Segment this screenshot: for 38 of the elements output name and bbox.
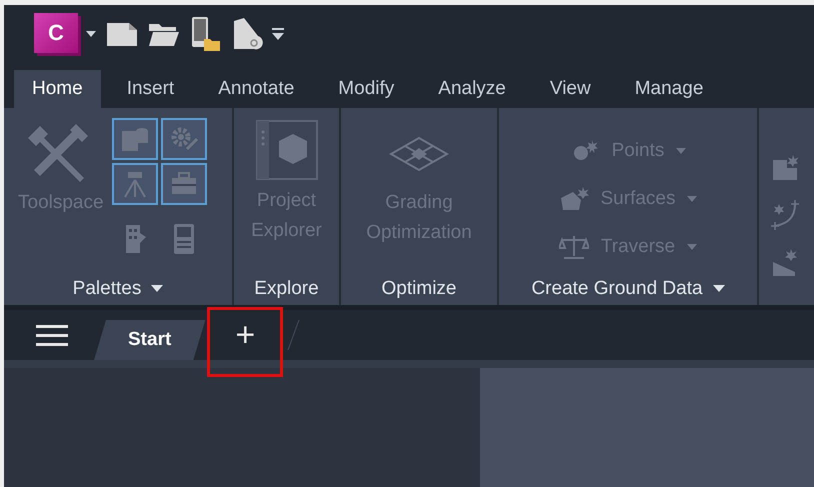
database-icon — [120, 125, 150, 153]
document-tab[interactable]: Start — [94, 320, 206, 360]
map-star-icon[interactable] — [771, 154, 799, 182]
ribbon-tab[interactable]: Modify — [320, 70, 412, 108]
menu-icon[interactable] — [36, 324, 68, 346]
panel-title[interactable]: Optimize — [382, 278, 456, 300]
new-document-icon[interactable] — [106, 20, 138, 46]
scroll-icon[interactable] — [232, 16, 264, 50]
app-logo[interactable]: C — [34, 12, 78, 52]
ribbon-tab[interactable]: Annotate — [200, 70, 312, 108]
caret-icon[interactable] — [86, 30, 96, 36]
palette-toggle[interactable] — [160, 118, 207, 160]
scale-icon — [558, 234, 589, 260]
cube-window-icon — [256, 120, 318, 180]
panel-title[interactable]: Explore — [254, 278, 319, 300]
customize-menu-icon[interactable] — [272, 28, 284, 40]
caret-icon[interactable] — [151, 285, 164, 292]
gear-wrench-icon — [168, 125, 199, 153]
grid-surface-icon — [389, 136, 449, 172]
ribbon-tab[interactable]: View — [532, 70, 609, 108]
ribbon-tab[interactable]: Manage — [616, 70, 722, 108]
tablet-folder-icon[interactable] — [190, 16, 222, 50]
ribbon-tab[interactable]: Home — [14, 70, 101, 108]
caret-icon — [676, 148, 686, 154]
caret-icon — [687, 196, 698, 202]
panel-title[interactable]: Create Ground Data — [531, 278, 703, 300]
palette-toggle[interactable] — [112, 163, 158, 205]
curve-star-icon[interactable] — [771, 200, 799, 230]
ribbon-tab[interactable]: Analyze — [420, 70, 524, 108]
panel-title[interactable]: Palettes — [72, 278, 142, 300]
caret-icon — [687, 244, 698, 250]
palette-toggle[interactable] — [112, 118, 158, 160]
new-tab-button[interactable]: + — [225, 315, 266, 355]
slope-star-icon[interactable] — [771, 248, 799, 276]
ribbon-tab[interactable]: Insert — [108, 70, 192, 108]
caret-icon[interactable] — [712, 285, 725, 292]
palette-toggle[interactable] — [160, 163, 207, 205]
surface-star-icon — [558, 186, 588, 212]
